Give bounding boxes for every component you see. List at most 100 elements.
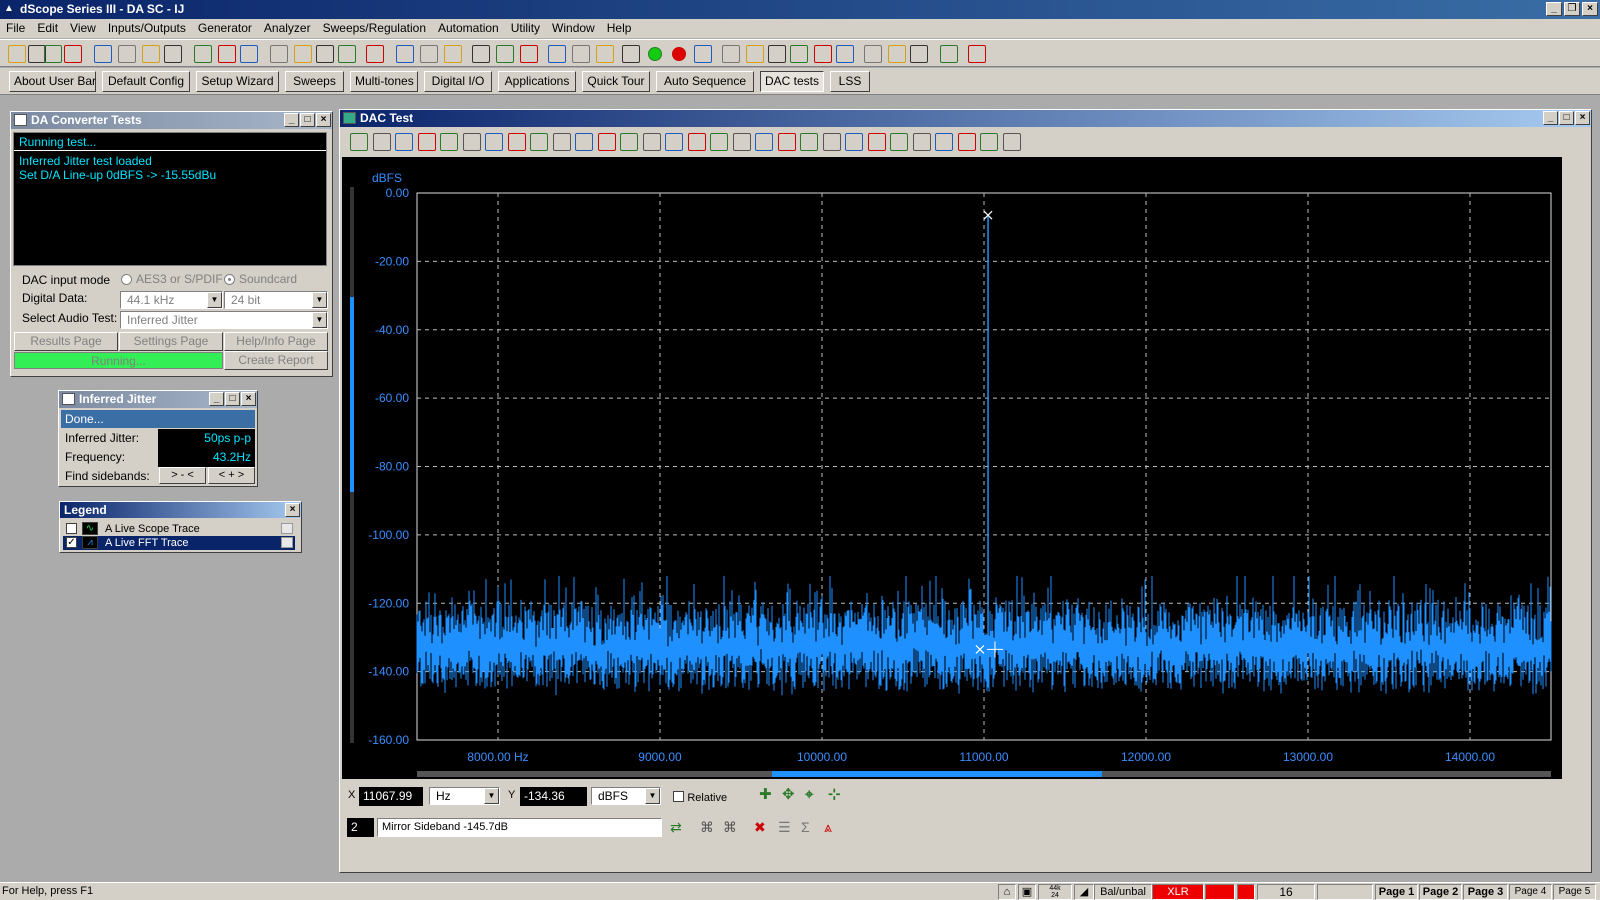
toolbar-tool-icon[interactable] (240, 45, 258, 63)
chart-tool-icon[interactable] (597, 133, 616, 151)
toolbar-tool-icon[interactable] (194, 45, 212, 63)
results-page-button[interactable]: Results Page (14, 332, 118, 351)
toolbar-tool-icon[interactable] (768, 45, 786, 63)
toolbar-tool-icon[interactable] (118, 45, 136, 63)
menu-utility[interactable]: Utility (505, 19, 546, 38)
auto-sequence-button[interactable]: Auto Sequence (656, 71, 754, 92)
toolbar-tool-icon[interactable] (396, 45, 414, 63)
chart-tool-icon[interactable] (440, 133, 458, 151)
chart-tool-icon[interactable] (507, 133, 526, 151)
toolbar-tool-icon[interactable] (294, 45, 312, 63)
fft-chart[interactable]: dBFS 0.00 -20.00 -40.00 -60.00 -80.00 -100.00… (342, 157, 1562, 779)
page-1-tab[interactable]: Page 1 (1375, 884, 1418, 900)
marker-clear-icon[interactable]: ⩓ (824, 819, 842, 836)
cursor-track-icon[interactable]: ⊹ (828, 787, 846, 805)
toolbar-tool-icon[interactable] (968, 45, 986, 63)
chart-tool-icon[interactable] (350, 133, 368, 151)
ij-panel-minimize-button[interactable]: _ (209, 392, 224, 406)
sidebands-in-button[interactable]: > - < (159, 467, 206, 484)
radio-soundcard[interactable]: Soundcard (224, 272, 297, 286)
cursor-peak-icon[interactable]: ⌖ (805, 787, 823, 805)
chart-tool-icon[interactable] (890, 133, 908, 151)
audio-test-select[interactable]: Inferred Jitter ▼ (120, 311, 328, 329)
page-5-tab[interactable]: Page 5 (1553, 884, 1596, 900)
marker-text-field[interactable]: Mirror Sideband -145.7dB (377, 818, 662, 837)
toolbar-tool-icon[interactable] (864, 45, 882, 63)
chart-tool-icon[interactable] (642, 133, 661, 151)
copy-icon[interactable] (281, 537, 293, 548)
chart-tool-icon[interactable] (620, 133, 638, 151)
toolbar-tool-icon[interactable] (790, 45, 808, 63)
add-cursor-icon[interactable]: ✚ (759, 787, 777, 805)
toolbar-tool-icon[interactable] (694, 45, 712, 63)
chart-tool-icon[interactable] (575, 133, 593, 151)
menu-generator[interactable]: Generator (192, 19, 258, 38)
toolbar-tool-icon[interactable] (64, 45, 82, 63)
da-panel-maximize-button[interactable]: □ (300, 113, 315, 127)
close-button[interactable]: × (1582, 2, 1598, 16)
multi-tones-button[interactable]: Multi-tones (350, 71, 418, 92)
toolbar-tool-icon[interactable] (496, 45, 514, 63)
toolbar-tool-icon[interactable] (746, 45, 764, 63)
chart-tool-icon[interactable] (935, 133, 953, 151)
toolbar-tool-icon[interactable] (722, 45, 740, 63)
chart-tool-icon[interactable] (687, 133, 706, 151)
da-panel-close-button[interactable]: × (316, 113, 331, 127)
setup-wizard-button[interactable]: Setup Wizard (196, 71, 279, 92)
toolbar-tool-icon[interactable] (548, 45, 566, 63)
page-4-tab[interactable]: Page 4 (1509, 884, 1552, 900)
chart-tool-icon[interactable] (665, 133, 683, 151)
sweeps-button[interactable]: Sweeps (285, 71, 344, 92)
chart-tool-icon[interactable] (530, 133, 548, 151)
chart-tool-icon[interactable] (980, 133, 998, 151)
menu-inputs-outputs[interactable]: Inputs/Outputs (102, 19, 192, 38)
toolbar-tool-icon[interactable] (316, 45, 334, 63)
toolbar-tool-icon[interactable] (520, 45, 538, 63)
chart-tool-icon[interactable] (372, 133, 391, 151)
toolbar-tool-icon[interactable] (8, 45, 26, 63)
dac-test-maximize-button[interactable]: □ (1559, 111, 1574, 125)
marker-filter-icon[interactable]: ⌘ (700, 819, 718, 836)
lss-button[interactable]: LSS (830, 71, 870, 92)
dac-test-close-button[interactable]: × (1575, 111, 1590, 125)
chart-tool-icon[interactable] (912, 133, 931, 151)
delete-markers-icon[interactable]: ✖ (754, 819, 772, 836)
legend-item-scope[interactable]: ∿ A Live Scope Trace (63, 522, 295, 536)
chart-tool-icon[interactable] (417, 133, 436, 151)
toolbar-tool-icon[interactable] (444, 45, 462, 63)
toolbar-tool-icon[interactable] (472, 45, 490, 63)
toolbar-tool-icon[interactable] (164, 45, 182, 63)
dac-test-minimize-button[interactable]: _ (1543, 111, 1558, 125)
digital-io-button[interactable]: Digital I/O (424, 71, 492, 92)
menu-analyzer[interactable]: Analyzer (258, 19, 317, 38)
move-cursor-icon[interactable]: ✥ (782, 787, 800, 805)
toolbar-tool-icon[interactable] (814, 45, 832, 63)
marker-move-icon[interactable]: ⇄ (670, 819, 688, 836)
toolbar-tool-icon[interactable] (622, 45, 640, 63)
applications-button[interactable]: Applications (498, 71, 576, 92)
toolbar-tool-icon[interactable] (910, 45, 928, 63)
chart-tool-icon[interactable] (552, 133, 571, 151)
legend-close-button[interactable]: × (285, 503, 300, 517)
y-readout[interactable]: -134.36 (520, 787, 587, 806)
menu-automation[interactable]: Automation (432, 19, 505, 38)
chart-tool-icon[interactable] (395, 133, 413, 151)
toolbar-tool-icon[interactable] (218, 45, 236, 63)
chart-tool-icon[interactable] (755, 133, 773, 151)
quick-tour-button[interactable]: Quick Tour (582, 71, 650, 92)
chart-tool-icon[interactable] (462, 133, 481, 151)
copy-icon[interactable] (281, 523, 293, 534)
toolbar-tool-icon[interactable] (94, 45, 112, 63)
radio-aes[interactable]: AES3 or S/PDIF (121, 272, 223, 286)
da-panel-minimize-button[interactable]: _ (284, 113, 299, 127)
default-config-button[interactable]: Default Config (102, 71, 190, 92)
chart-tool-icon[interactable] (822, 133, 841, 151)
ij-panel-maximize-button[interactable]: □ (225, 392, 240, 406)
toolbar-tool-icon[interactable] (572, 45, 590, 63)
dac-tests-button[interactable]: DAC tests (760, 71, 824, 92)
marker-filter-alt-icon[interactable]: ⌘ (723, 819, 741, 836)
legend-item-fft[interactable]: ✓ ⩘ A Live FFT Trace (63, 536, 295, 550)
toolbar-tool-icon[interactable] (596, 45, 614, 63)
chart-tool-icon[interactable] (957, 133, 976, 151)
toolbar-tool-icon[interactable] (338, 45, 356, 63)
